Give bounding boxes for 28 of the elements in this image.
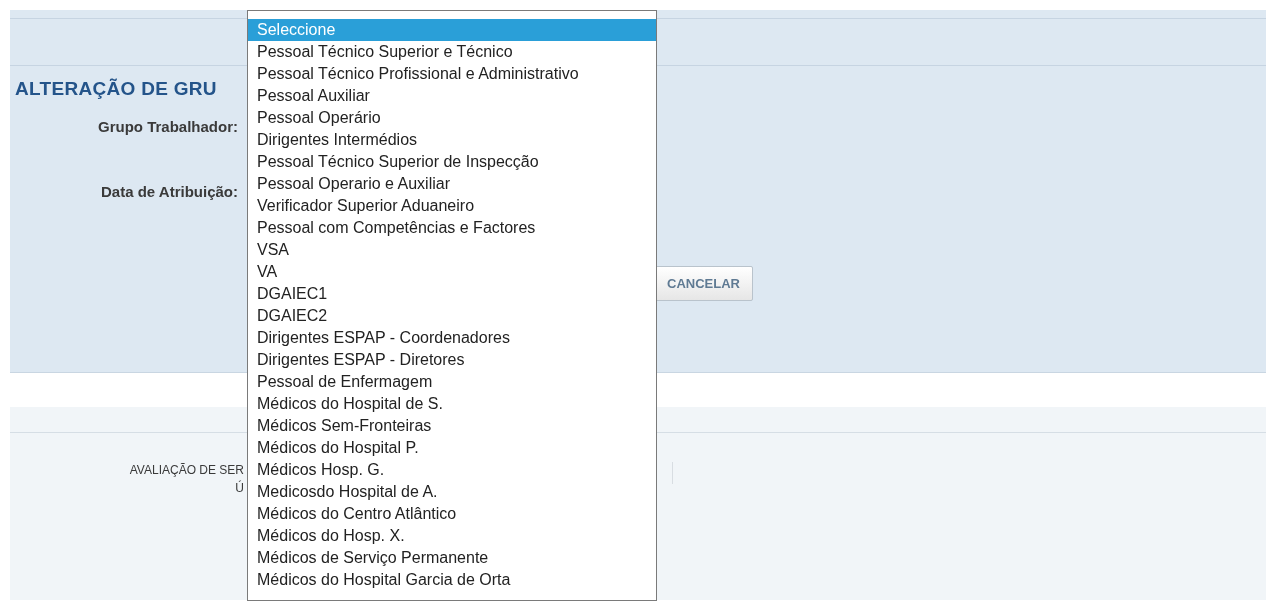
dropdown-option[interactable]: Médicos de Serviço Permanente: [248, 547, 656, 569]
dropdown-option[interactable]: Pessoal de Enfermagem: [248, 371, 656, 393]
dropdown-option[interactable]: Pessoal Operario e Auxiliar: [248, 173, 656, 195]
page-title: ALTERAÇÃO DE GRU: [15, 78, 217, 100]
dropdown-option[interactable]: Dirigentes ESPAP - Diretores: [248, 349, 656, 371]
dropdown-option[interactable]: Pessoal Auxiliar: [248, 85, 656, 107]
dropdown-option[interactable]: Pessoal com Competências e Factores: [248, 217, 656, 239]
dropdown-option[interactable]: Medicosdo Hospital de A.: [248, 481, 656, 503]
dropdown-option[interactable]: Médicos do Hospital de S.: [248, 393, 656, 415]
dropdown-option[interactable]: Médicos do Hosp. X.: [248, 525, 656, 547]
dropdown-option[interactable]: DGAIEC2: [248, 305, 656, 327]
dropdown-option[interactable]: Pessoal Técnico Superior e Técnico: [248, 41, 656, 63]
dropdown-option[interactable]: Médicos do Hospital P.: [248, 437, 656, 459]
dropdown-option[interactable]: Dirigentes Intermédios: [248, 129, 656, 151]
dropdown-option[interactable]: Verificador Superior Aduaneiro: [248, 195, 656, 217]
field-label: Data de Atribuição:: [101, 183, 238, 200]
dropdown-option[interactable]: Pessoal Técnico Profissional e Administrativo: [248, 63, 656, 85]
dropdown-option[interactable]: Médicos do Hospital Garcia de Orta: [248, 569, 656, 591]
dropdown-option[interactable]: Dirigentes ESPAP - Coordenadores: [248, 327, 656, 349]
dropdown-option[interactable]: Médicos do Centro Atlântico: [248, 503, 656, 525]
dropdown-option[interactable]: Pessoal Operário: [248, 107, 656, 129]
footer-link[interactable]: AVALIAÇÃO DE SER: [129, 463, 244, 477]
dropdown-option[interactable]: Médicos Hosp. G.: [248, 459, 656, 481]
footer-link[interactable]: Ú: [235, 481, 244, 495]
dropdown-option[interactable]: VSA: [248, 239, 656, 261]
dropdown-option[interactable]: Médicos Sem-Fronteiras: [248, 415, 656, 437]
dropdown-option[interactable]: Pessoal Técnico Superior de Inspecção: [248, 151, 656, 173]
field-label: Grupo Trabalhador:: [98, 118, 238, 135]
